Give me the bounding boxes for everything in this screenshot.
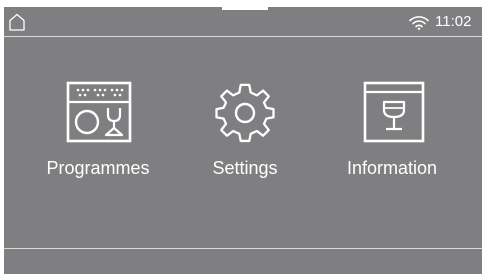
- status-divider: [4, 36, 482, 37]
- menu-item-settings-label: Settings: [212, 158, 278, 178]
- menu-item-information-label: Information: [346, 158, 438, 178]
- menu-item-programmes[interactable]: Programmes: [28, 77, 168, 187]
- menu-item-information[interactable]: Information: [322, 77, 462, 187]
- dishwasher-programmes-icon: [28, 77, 168, 147]
- home-icon[interactable]: [8, 13, 26, 31]
- top-notch: [222, 7, 268, 10]
- menu-item-programmes-label: Programmes: [46, 158, 150, 178]
- display-screen: 11:02 Programmes Settings Information: [4, 7, 482, 274]
- menu-item-settings[interactable]: Settings: [175, 77, 315, 187]
- information-glass-icon: [322, 77, 462, 147]
- wifi-icon: [409, 15, 429, 30]
- gear-icon: [175, 77, 315, 147]
- bottom-divider: [4, 248, 482, 249]
- clock-time: 11:02: [435, 13, 472, 30]
- status-bar: 11:02: [4, 7, 482, 37]
